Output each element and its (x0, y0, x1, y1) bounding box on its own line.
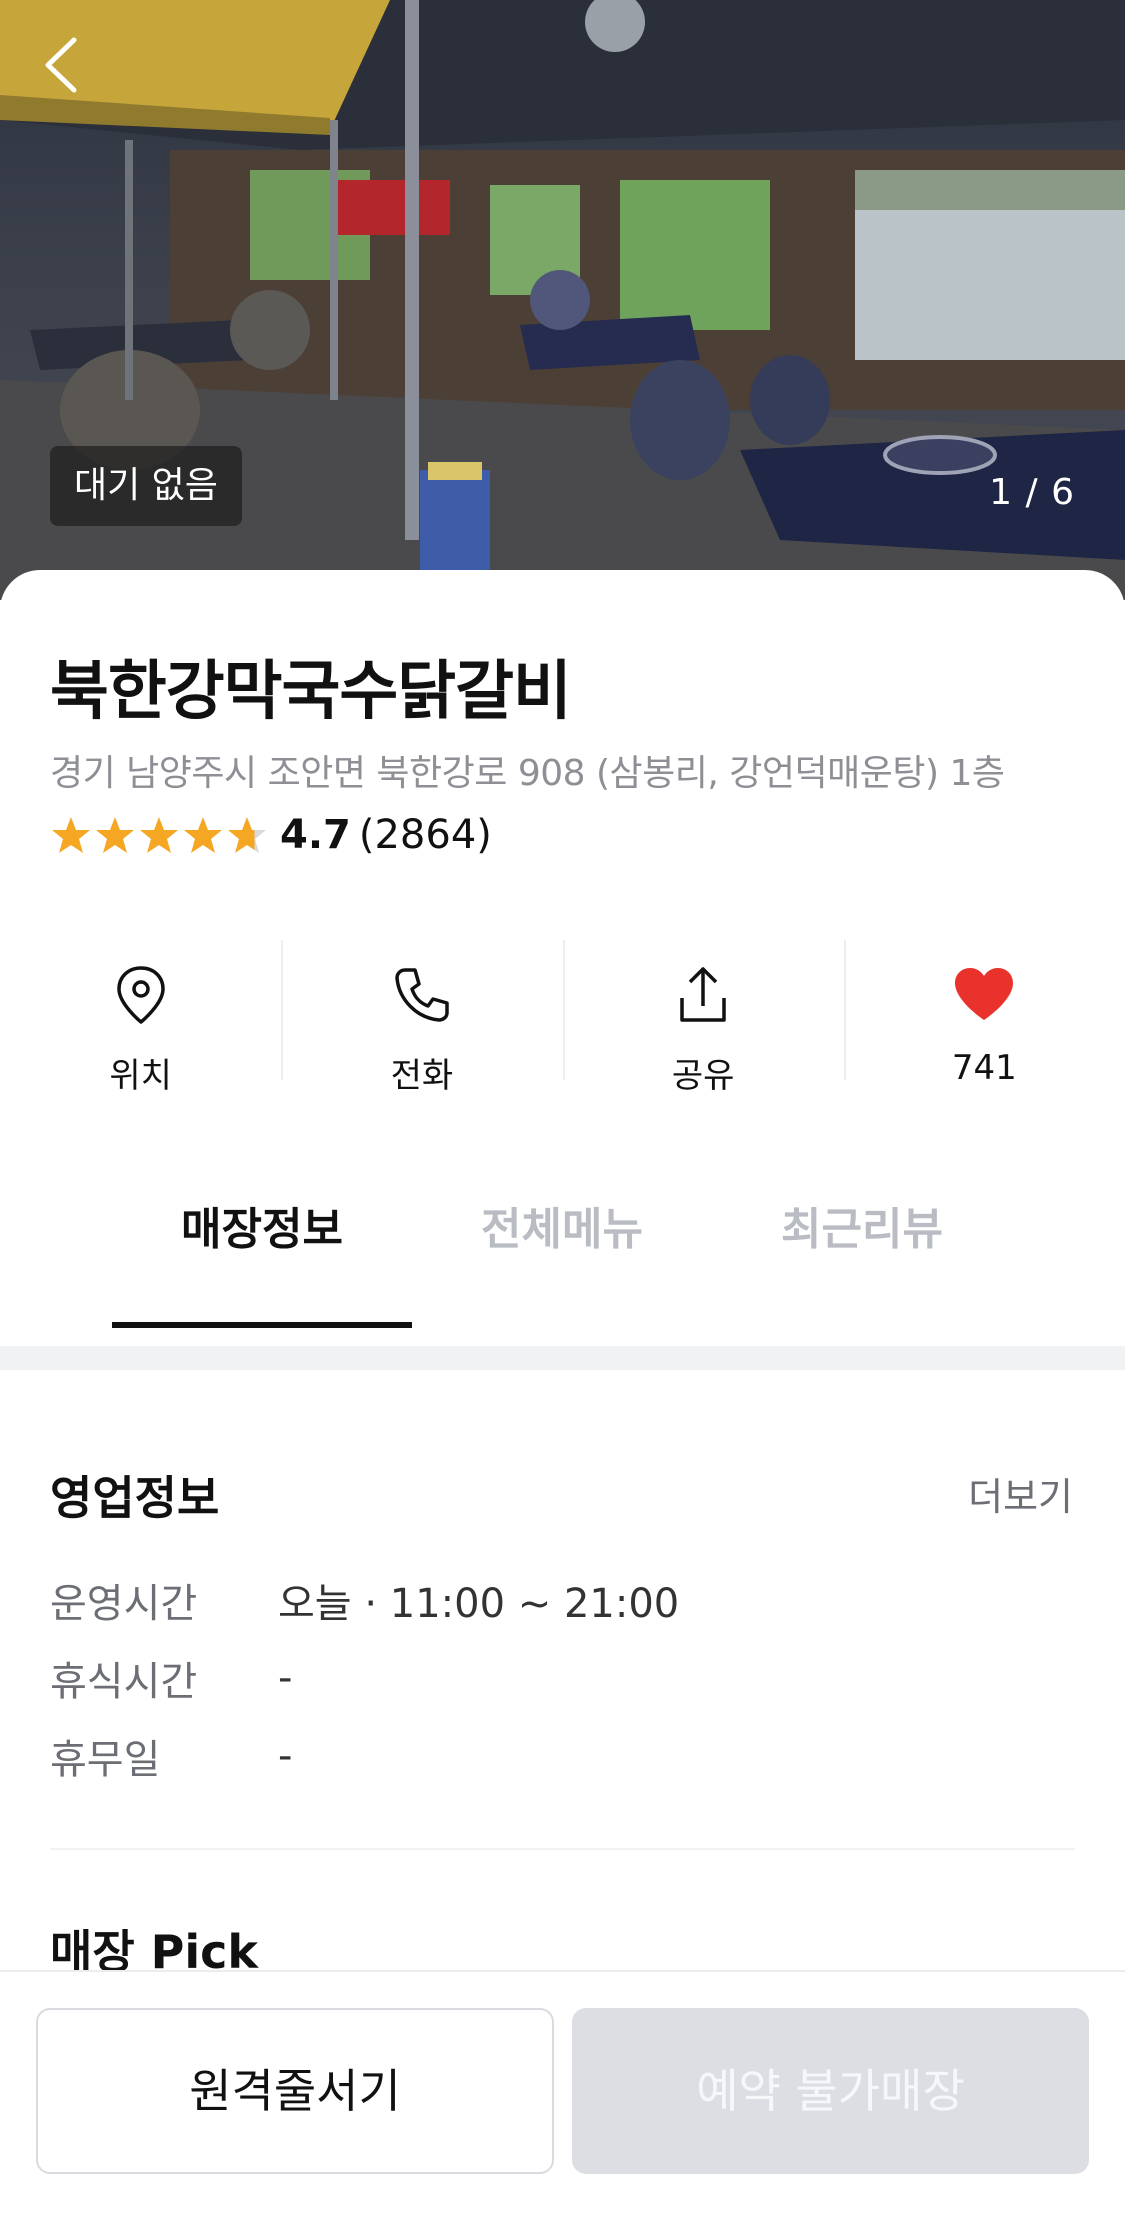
share-icon (680, 967, 726, 1022)
action-bar: 위치 전화 공유 741 (0, 940, 1125, 1100)
tab-recent-reviews[interactable]: 최근리뷰 (712, 1170, 1012, 1346)
info-row-break: 휴식시간 - (50, 1648, 292, 1708)
more-link[interactable]: 더보기 (968, 1466, 1073, 1521)
location-label: 위치 (109, 1056, 172, 1096)
heart-icon (955, 968, 1014, 1020)
tab-full-menu[interactable]: 전체메뉴 (412, 1170, 712, 1346)
reservation-unavailable-button: 예약 불가매장 (572, 2008, 1089, 2174)
star-icon (184, 817, 222, 853)
business-info-title: 영업정보 (50, 1471, 220, 1525)
bottom-action-bar: 원격줄서기 예약 불가매장 (0, 1970, 1125, 2222)
section-divider (50, 1848, 1075, 1850)
store-address: 경기 남양주시 조안면 북한강로 908 (삼봉리, 강언덕매운탕) 1층 (50, 753, 1005, 794)
favorite-button[interactable]: 741 (843, 940, 1125, 1100)
info-key: 운영시간 (50, 1581, 198, 1627)
info-key: 휴무일 (50, 1737, 161, 1783)
call-button[interactable]: 전화 (281, 940, 562, 1100)
hero-photo[interactable]: 대기 없음 1 / 6 (0, 0, 1125, 600)
share-button[interactable]: 공유 (562, 940, 844, 1100)
rating-row[interactable]: 4.7 (2864) (50, 805, 492, 865)
tab-divider (0, 1346, 1125, 1370)
rating-value: 4.7 (280, 812, 351, 858)
rating-stars (50, 814, 268, 856)
review-count: (2864) (358, 812, 492, 858)
call-label: 전화 (390, 1056, 454, 1096)
star-icon (228, 817, 266, 853)
info-key: 휴식시간 (50, 1659, 198, 1705)
photo-counter: 1 / 6 (989, 472, 1075, 513)
tab-bar: 매장정보 전체메뉴 최근리뷰 (0, 1170, 1125, 1346)
star-icon (52, 817, 90, 853)
tab-store-info[interactable]: 매장정보 (112, 1170, 412, 1346)
store-name: 북한강막국수닭갈비 (50, 655, 572, 729)
info-row-closed-days: 휴무일 - (50, 1726, 292, 1786)
location-pin-icon (116, 966, 165, 1024)
favorite-count: 741 (951, 1048, 1017, 1088)
wait-status-badge: 대기 없음 (50, 446, 242, 526)
share-label: 공유 (671, 1056, 735, 1096)
phone-icon (395, 968, 449, 1022)
remote-queue-button[interactable]: 원격줄서기 (36, 2008, 554, 2174)
info-value: 오늘 · 11:00 ~ 21:00 (278, 1581, 680, 1627)
info-row-hours: 운영시간 오늘 · 11:00 ~ 21:00 (50, 1570, 679, 1630)
info-value: - (278, 1733, 293, 1779)
back-arrow-icon[interactable] (34, 30, 94, 100)
star-icon (96, 817, 134, 853)
info-value: - (278, 1655, 293, 1701)
star-icon (140, 817, 178, 853)
location-button[interactable]: 위치 (0, 940, 281, 1100)
